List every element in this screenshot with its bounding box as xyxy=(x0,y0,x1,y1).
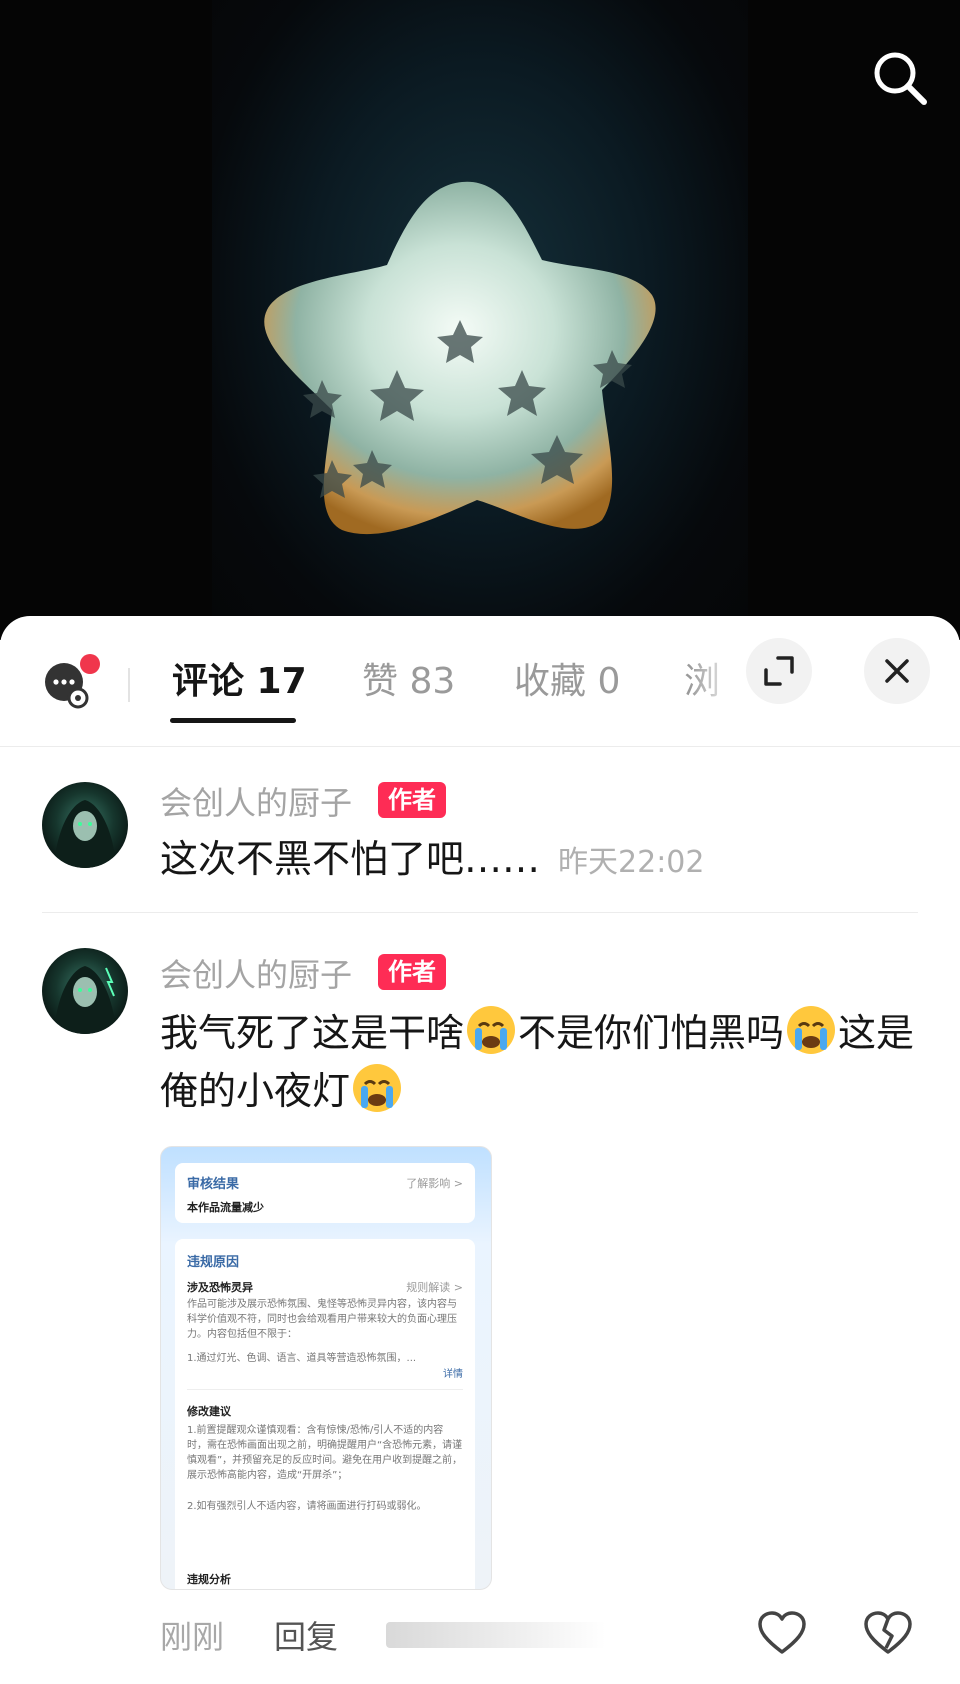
card-body: 本作品流量减少 xyxy=(187,1201,264,1214)
like-button[interactable] xyxy=(756,1608,808,1660)
author-badge: 作者 xyxy=(378,954,446,990)
card-link: 了解影响 > xyxy=(406,1177,463,1190)
expand-icon xyxy=(764,656,794,686)
card-subtitle: 涉及恐怖灵异 xyxy=(187,1281,253,1294)
avatar[interactable] xyxy=(42,948,128,1034)
comment-username[interactable]: 会创人的厨子 xyxy=(160,778,352,824)
card-link: 规则解读 > xyxy=(406,1281,463,1294)
comment-actions: 刚刚 回复 xyxy=(0,1602,960,1672)
card-item: 1.通过灯光、色调、语言、道具等营造恐怖氛围，... xyxy=(187,1353,417,1364)
card-body: 1.前置提醒观众谨慎观看：含有惊悚/恐怖/引人不适的内容时，需在恐怖画面出现之前… xyxy=(187,1425,463,1481)
comment-time: 刚刚 xyxy=(160,1618,225,1656)
comment-time: 昨天22:02 xyxy=(558,845,705,880)
violation-card: 违规原因 涉及恐怖灵异 规则解读 > 作品可能涉及展示恐怖氛围、鬼怪等恐怖灵异内… xyxy=(175,1239,475,1589)
comment-body-part: 我气死了这是干啥 xyxy=(160,1011,465,1055)
crying-face-emoji xyxy=(467,1006,516,1054)
tab-favorites[interactable]: 收藏 0 xyxy=(514,652,620,704)
card-body: 2.如有强烈引人不适内容，请将画面进行打码或弱化。 xyxy=(187,1501,427,1512)
card-title: 违规分析 xyxy=(187,1573,231,1586)
card-more-link: 详情 xyxy=(443,1369,463,1380)
card-title: 修改建议 xyxy=(187,1405,231,1418)
tab-comments[interactable]: 评论 17 xyxy=(172,652,307,704)
card-title: 审核结果 xyxy=(187,1177,240,1192)
comment-text: 我气死了这是干啥 不是你们怕黑吗 这是俺的小夜灯 xyxy=(160,1004,920,1120)
star-night-light-image xyxy=(264,181,656,535)
heart-icon xyxy=(758,1611,806,1654)
comment-sheet: 评论 17 赞 83 收藏 0 浏 会创人的厨子 作者 这次不 xyxy=(0,616,960,1684)
avatar[interactable] xyxy=(42,782,128,868)
comment-body: 这次不黑不怕了吧…… xyxy=(160,837,541,881)
tab-bar: 评论 17 赞 83 收藏 0 浏 xyxy=(0,616,960,747)
broken-heart-icon xyxy=(864,1611,912,1654)
crying-face-emoji xyxy=(353,1064,402,1112)
tab-fade xyxy=(690,636,746,726)
author-badge: 作者 xyxy=(378,782,446,818)
comment-image-attachment[interactable]: 审核结果 了解影响 > 本作品流量减少 违规原因 涉及恐怖灵异 规则解读 > 作… xyxy=(160,1146,492,1590)
video-player[interactable] xyxy=(0,0,960,640)
search-button[interactable] xyxy=(868,46,932,110)
card-body: 作品可能涉及展示恐怖氛围、鬼怪等恐怖灵异内容，该内容与科学价值观不符，同时也会给… xyxy=(187,1299,457,1340)
collapsed-replies[interactable] xyxy=(386,1622,606,1648)
review-result-card: 审核结果 了解影响 > 本作品流量减少 xyxy=(175,1163,475,1223)
expand-button[interactable] xyxy=(746,638,812,704)
notification-dot xyxy=(80,654,100,674)
comment-username[interactable]: 会创人的厨子 xyxy=(160,950,352,996)
dislike-button[interactable] xyxy=(862,1608,914,1660)
close-icon xyxy=(885,659,909,683)
analysis-card: 违规分析 xyxy=(175,1561,475,1589)
tab-likes[interactable]: 赞 83 xyxy=(362,652,455,704)
comment-divider xyxy=(42,912,918,913)
comment-text: 这次不黑不怕了吧…… 昨天22:02 xyxy=(160,830,900,892)
comment-body-part: 不是你们怕黑吗 xyxy=(518,1011,785,1055)
reply-button[interactable]: 回复 xyxy=(274,1612,338,1658)
crying-face-emoji xyxy=(787,1006,836,1054)
close-button[interactable] xyxy=(864,638,930,704)
card-title: 违规原因 xyxy=(187,1255,240,1270)
active-tab-indicator xyxy=(170,718,296,723)
tab-separator xyxy=(128,668,130,702)
card-divider xyxy=(187,1389,463,1390)
search-icon xyxy=(874,52,927,105)
